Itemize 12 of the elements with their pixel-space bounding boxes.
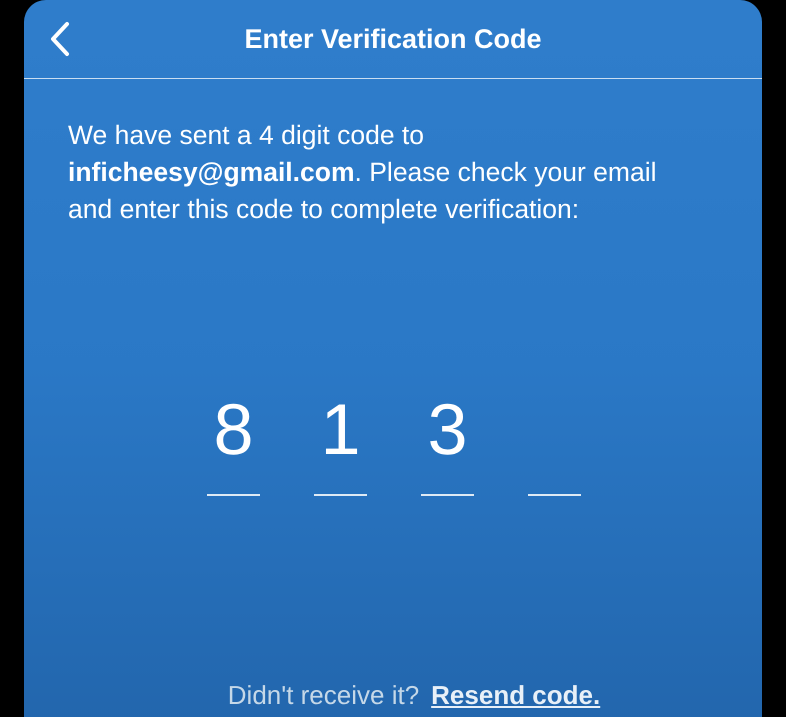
resend-code-link[interactable]: Resend code.: [431, 680, 600, 711]
screen-title: Enter Verification Code: [244, 24, 542, 54]
code-input-line[interactable]: [528, 494, 581, 496]
code-input-line[interactable]: [207, 494, 260, 496]
back-icon: [49, 21, 71, 57]
instruction-text: We have sent a 4 digit code to inficheesy@gmail.com. Please check your email and enter this code to complete verification:: [68, 119, 658, 226]
code-digit: 8: [213, 389, 254, 472]
code-input-line[interactable]: [421, 494, 474, 496]
code-digit: 3: [427, 389, 468, 472]
code-digit: 1: [320, 389, 361, 472]
code-input-line[interactable]: [314, 494, 367, 496]
resend-prompt: Didn't receive it?: [228, 680, 420, 711]
